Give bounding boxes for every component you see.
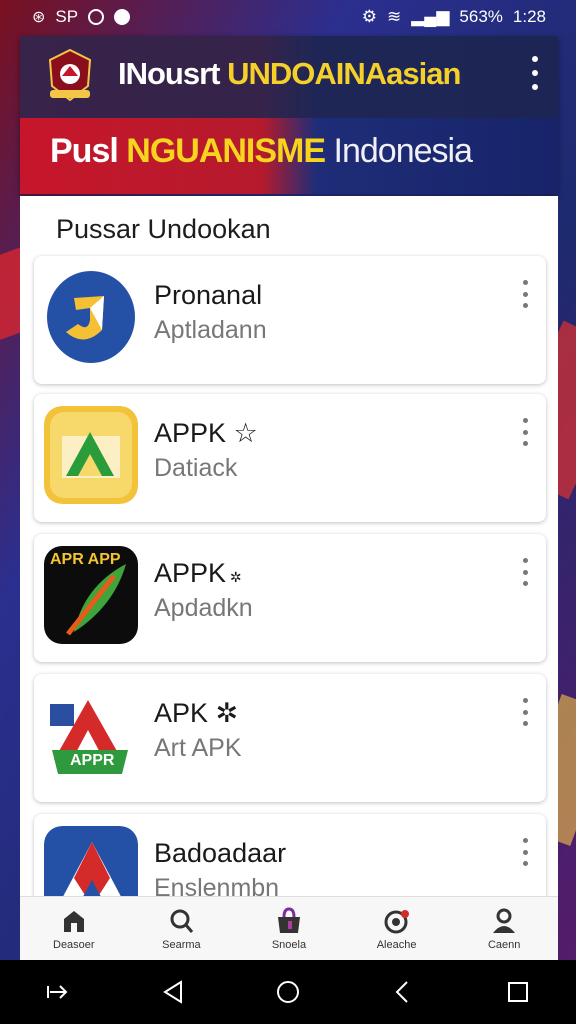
- app-name: APK ✲: [154, 698, 239, 728]
- blue-a-app-icon: [44, 826, 138, 896]
- alarm-icon: ⚙: [361, 7, 377, 26]
- app-list-item[interactable]: Badoadaar Enslenmbn: [34, 814, 546, 896]
- header-menu-button[interactable]: [528, 56, 542, 90]
- red-a-app-icon: APPR: [44, 686, 138, 784]
- app-subtitle: Datiack: [154, 454, 238, 482]
- status-left-text: SP: [55, 7, 79, 26]
- nav-label: Caenn: [487, 938, 521, 951]
- app-subtitle: Art APK: [154, 734, 242, 762]
- nav-item-profile[interactable]: Caenn: [459, 907, 549, 951]
- app-list-item[interactable]: APPR APK ✲ Art APK: [34, 674, 546, 802]
- wifi-icon: ≋: [386, 7, 402, 26]
- item-menu-button[interactable]: [520, 418, 530, 446]
- home-icon: [63, 910, 84, 932]
- app-list-item[interactable]: APPK ☆ Datiack: [34, 394, 546, 522]
- nav-item-store[interactable]: Snoela: [244, 906, 334, 951]
- app-list-item[interactable]: APR APP APPK ✲ Apdadkn: [34, 534, 546, 662]
- nav-label: Snoela: [271, 938, 307, 951]
- icon-label: APPR: [70, 752, 115, 769]
- status-bar: ⊛ SP ⚙ ≋ ▂▄▆ 563% 1:28: [0, 0, 576, 34]
- nav-label: Aleache: [376, 938, 417, 951]
- item-menu-button[interactable]: [520, 280, 530, 308]
- item-menu-button[interactable]: [520, 838, 530, 866]
- app-subtitle: Aptladann: [154, 316, 267, 344]
- app-list-item[interactable]: Pronanal Aptladann: [34, 256, 546, 384]
- rotate-icon[interactable]: [44, 978, 72, 1006]
- signal-icon: ▂▄▆: [411, 7, 450, 26]
- recents-icon[interactable]: [504, 978, 532, 1006]
- vpn-icon: ⊛: [32, 9, 46, 26]
- clock: 1:28: [512, 7, 546, 26]
- back-triangle-icon[interactable]: [159, 978, 187, 1006]
- search-icon: [170, 909, 194, 933]
- bottom-navigation: Deasoer Searma Snoela Aleache Caenn: [20, 896, 558, 960]
- battery-text: 563%: [459, 7, 503, 26]
- app-name: Badoadaar: [154, 838, 287, 868]
- icon-label: APR APP: [50, 551, 121, 568]
- header-subtitle: Pusl NGUANISME Indonesia: [50, 132, 473, 170]
- alert-icon: [384, 909, 409, 933]
- nav-label: Deasoer: [53, 938, 95, 951]
- app-name: APPK ☆: [154, 418, 258, 448]
- store-icon: [277, 906, 300, 933]
- profile-icon: [493, 908, 516, 933]
- blue-j-app-icon: [44, 268, 138, 366]
- app-subtitle: Enslenmbn: [154, 874, 280, 896]
- black-leaf-app-icon: APR APP: [44, 546, 138, 644]
- nav-label: Searma: [162, 938, 201, 951]
- section-title: Pussar Undookan: [56, 214, 271, 244]
- item-menu-button[interactable]: [520, 558, 530, 586]
- nav-item-alerts[interactable]: Aleache: [352, 907, 442, 951]
- app-list-panel: Pussar Undookan Pronanal Aptladann APPK …: [20, 196, 558, 896]
- system-navigation-bar: [0, 960, 576, 1024]
- app-name: Pronanal: [154, 280, 263, 310]
- nav-item-search[interactable]: Searma: [136, 907, 226, 951]
- app-subtitle: Apdadkn: [154, 594, 253, 622]
- back-chevron-icon[interactable]: [389, 978, 417, 1006]
- emblem-logo-icon: [48, 48, 92, 102]
- notification-icon: [88, 9, 105, 25]
- app-name: APPK ✲: [154, 558, 242, 588]
- item-menu-button[interactable]: [520, 698, 530, 726]
- home-circle-icon[interactable]: [274, 978, 302, 1006]
- app-header: INousrt UNDOAINAasian Pusl NGUANISME Ind…: [20, 36, 558, 194]
- notification-dot-icon: [114, 9, 131, 25]
- header-title: INousrt UNDOAINAasian: [118, 56, 461, 91]
- nav-item-home[interactable]: Deasoer: [29, 907, 119, 951]
- green-arrow-app-icon: [44, 406, 138, 504]
